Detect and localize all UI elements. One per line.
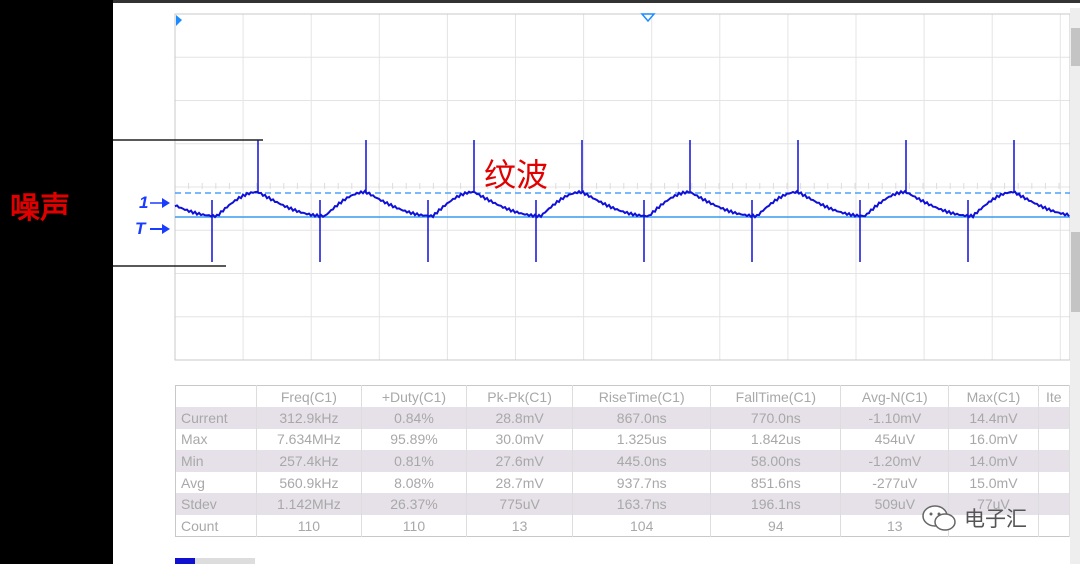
column-header[interactable]: Max(C1) xyxy=(948,385,1039,408)
table-cell: 775uV xyxy=(466,493,574,516)
table-cell: 937.7ns xyxy=(572,471,712,494)
channel1-marker[interactable]: 1 xyxy=(139,193,148,213)
table-cell: 1.142MHz xyxy=(256,493,362,516)
row-label: Stdev xyxy=(175,493,257,516)
watermark-text: 电子汇 xyxy=(964,508,1027,531)
table-header: Freq(C1) +Duty(C1) Pk-Pk(C1) RiseTime(C1) Fa… xyxy=(175,385,1071,408)
table-cell: -1.10mV xyxy=(840,407,950,429)
table-cell: -1.20mV xyxy=(840,450,950,472)
table-cell: 445.0ns xyxy=(572,450,712,472)
table-cell xyxy=(1038,450,1071,472)
channel1-trace xyxy=(174,189,1070,220)
table-cell: 13 xyxy=(466,515,574,537)
row-label: Avg xyxy=(175,471,257,494)
table-cell: 851.6ns xyxy=(710,471,842,494)
scrollbar-thumb-upper[interactable] xyxy=(1071,28,1080,66)
table-cell: 163.7ns xyxy=(572,493,712,516)
column-header[interactable]: +Duty(C1) xyxy=(361,385,468,408)
scrollbar-thumb-lower[interactable] xyxy=(1071,232,1080,312)
row-label: Min xyxy=(175,450,257,472)
trigger-marker[interactable]: T xyxy=(135,219,145,239)
table-cell: 14.4mV xyxy=(948,407,1039,429)
table-cell: 16.0mV xyxy=(948,428,1039,451)
table-cell: 1.325us xyxy=(572,428,712,451)
wechat-icon xyxy=(922,505,956,531)
table-cell: 312.9kHz xyxy=(256,407,362,429)
table-cell: 770.0ns xyxy=(710,407,842,429)
table-cell: 14.0mV xyxy=(948,450,1039,472)
table-cell: 28.8mV xyxy=(466,407,574,429)
table-cell: 26.37% xyxy=(361,493,468,516)
table-cell xyxy=(1038,407,1071,429)
row-label: Count xyxy=(175,515,257,537)
table-cell: 257.4kHz xyxy=(256,450,362,472)
column-header[interactable] xyxy=(175,385,257,408)
table-cell: 95.89% xyxy=(361,428,468,451)
column-header[interactable]: Ite xyxy=(1038,385,1071,408)
bottom-channel-tab[interactable] xyxy=(195,558,255,564)
table-cell: 7.634MHz xyxy=(256,428,362,451)
table-cell: 196.1ns xyxy=(710,493,842,516)
watermark: 电子汇 xyxy=(920,503,1027,533)
table-cell: 1.842us xyxy=(710,428,842,451)
table-cell: -277uV xyxy=(840,471,950,494)
channel1-color-swatch[interactable] xyxy=(175,558,195,564)
table-cell: 867.0ns xyxy=(572,407,712,429)
table-cell: 30.0mV xyxy=(466,428,574,451)
table-row: Min 257.4kHz 0.81% 27.6mV 445.0ns 58.00ns -1.2… xyxy=(175,450,1071,472)
table-cell xyxy=(1038,515,1071,537)
table-cell: 560.9kHz xyxy=(256,471,362,494)
table-cell: 8.08% xyxy=(361,471,468,494)
table-cell: 27.6mV xyxy=(466,450,574,472)
column-header[interactable]: Pk-Pk(C1) xyxy=(466,385,574,408)
row-label: Current xyxy=(175,407,257,429)
left-marker-icon[interactable] xyxy=(176,15,182,26)
table-cell: 15.0mV xyxy=(948,471,1039,494)
table-row: Current 312.9kHz 0.84% 28.8mV 867.0ns 770.0ns… xyxy=(175,407,1071,429)
table-row: Max 7.634MHz 95.89% 30.0mV 1.325us 1.842us 454… xyxy=(175,428,1071,451)
noise-annotation: 噪声 xyxy=(10,191,70,226)
table-cell: 58.00ns xyxy=(710,450,842,472)
table-cell: 110 xyxy=(256,515,362,537)
column-header[interactable]: Freq(C1) xyxy=(256,385,362,408)
column-header[interactable]: Avg-N(C1) xyxy=(840,385,950,408)
vertical-scrollbar[interactable] xyxy=(1070,8,1080,564)
table-cell xyxy=(1038,471,1071,494)
table-cell: 0.81% xyxy=(361,450,468,472)
table-cell: 454uV xyxy=(840,428,950,451)
table-cell: 110 xyxy=(361,515,468,537)
table-row: Avg 560.9kHz 8.08% 28.7mV 937.7ns 851.6ns -277… xyxy=(175,471,1071,494)
ripple-annotation: 纹波 xyxy=(484,156,549,194)
grid xyxy=(174,14,1070,360)
table-cell: 104 xyxy=(572,515,712,537)
channel-arrow-icon xyxy=(162,198,170,208)
table-cell xyxy=(1038,493,1071,516)
trigger-arrow-icon xyxy=(162,224,170,234)
table-cell: 28.7mV xyxy=(466,471,574,494)
table-cell: 0.84% xyxy=(361,407,468,429)
table-cell xyxy=(1038,428,1071,451)
column-header[interactable]: RiseTime(C1) xyxy=(572,385,712,408)
row-label: Max xyxy=(175,428,257,451)
table-cell: 94 xyxy=(710,515,842,537)
noise-spikes xyxy=(211,140,1015,262)
column-header[interactable]: FallTime(C1) xyxy=(710,385,842,408)
